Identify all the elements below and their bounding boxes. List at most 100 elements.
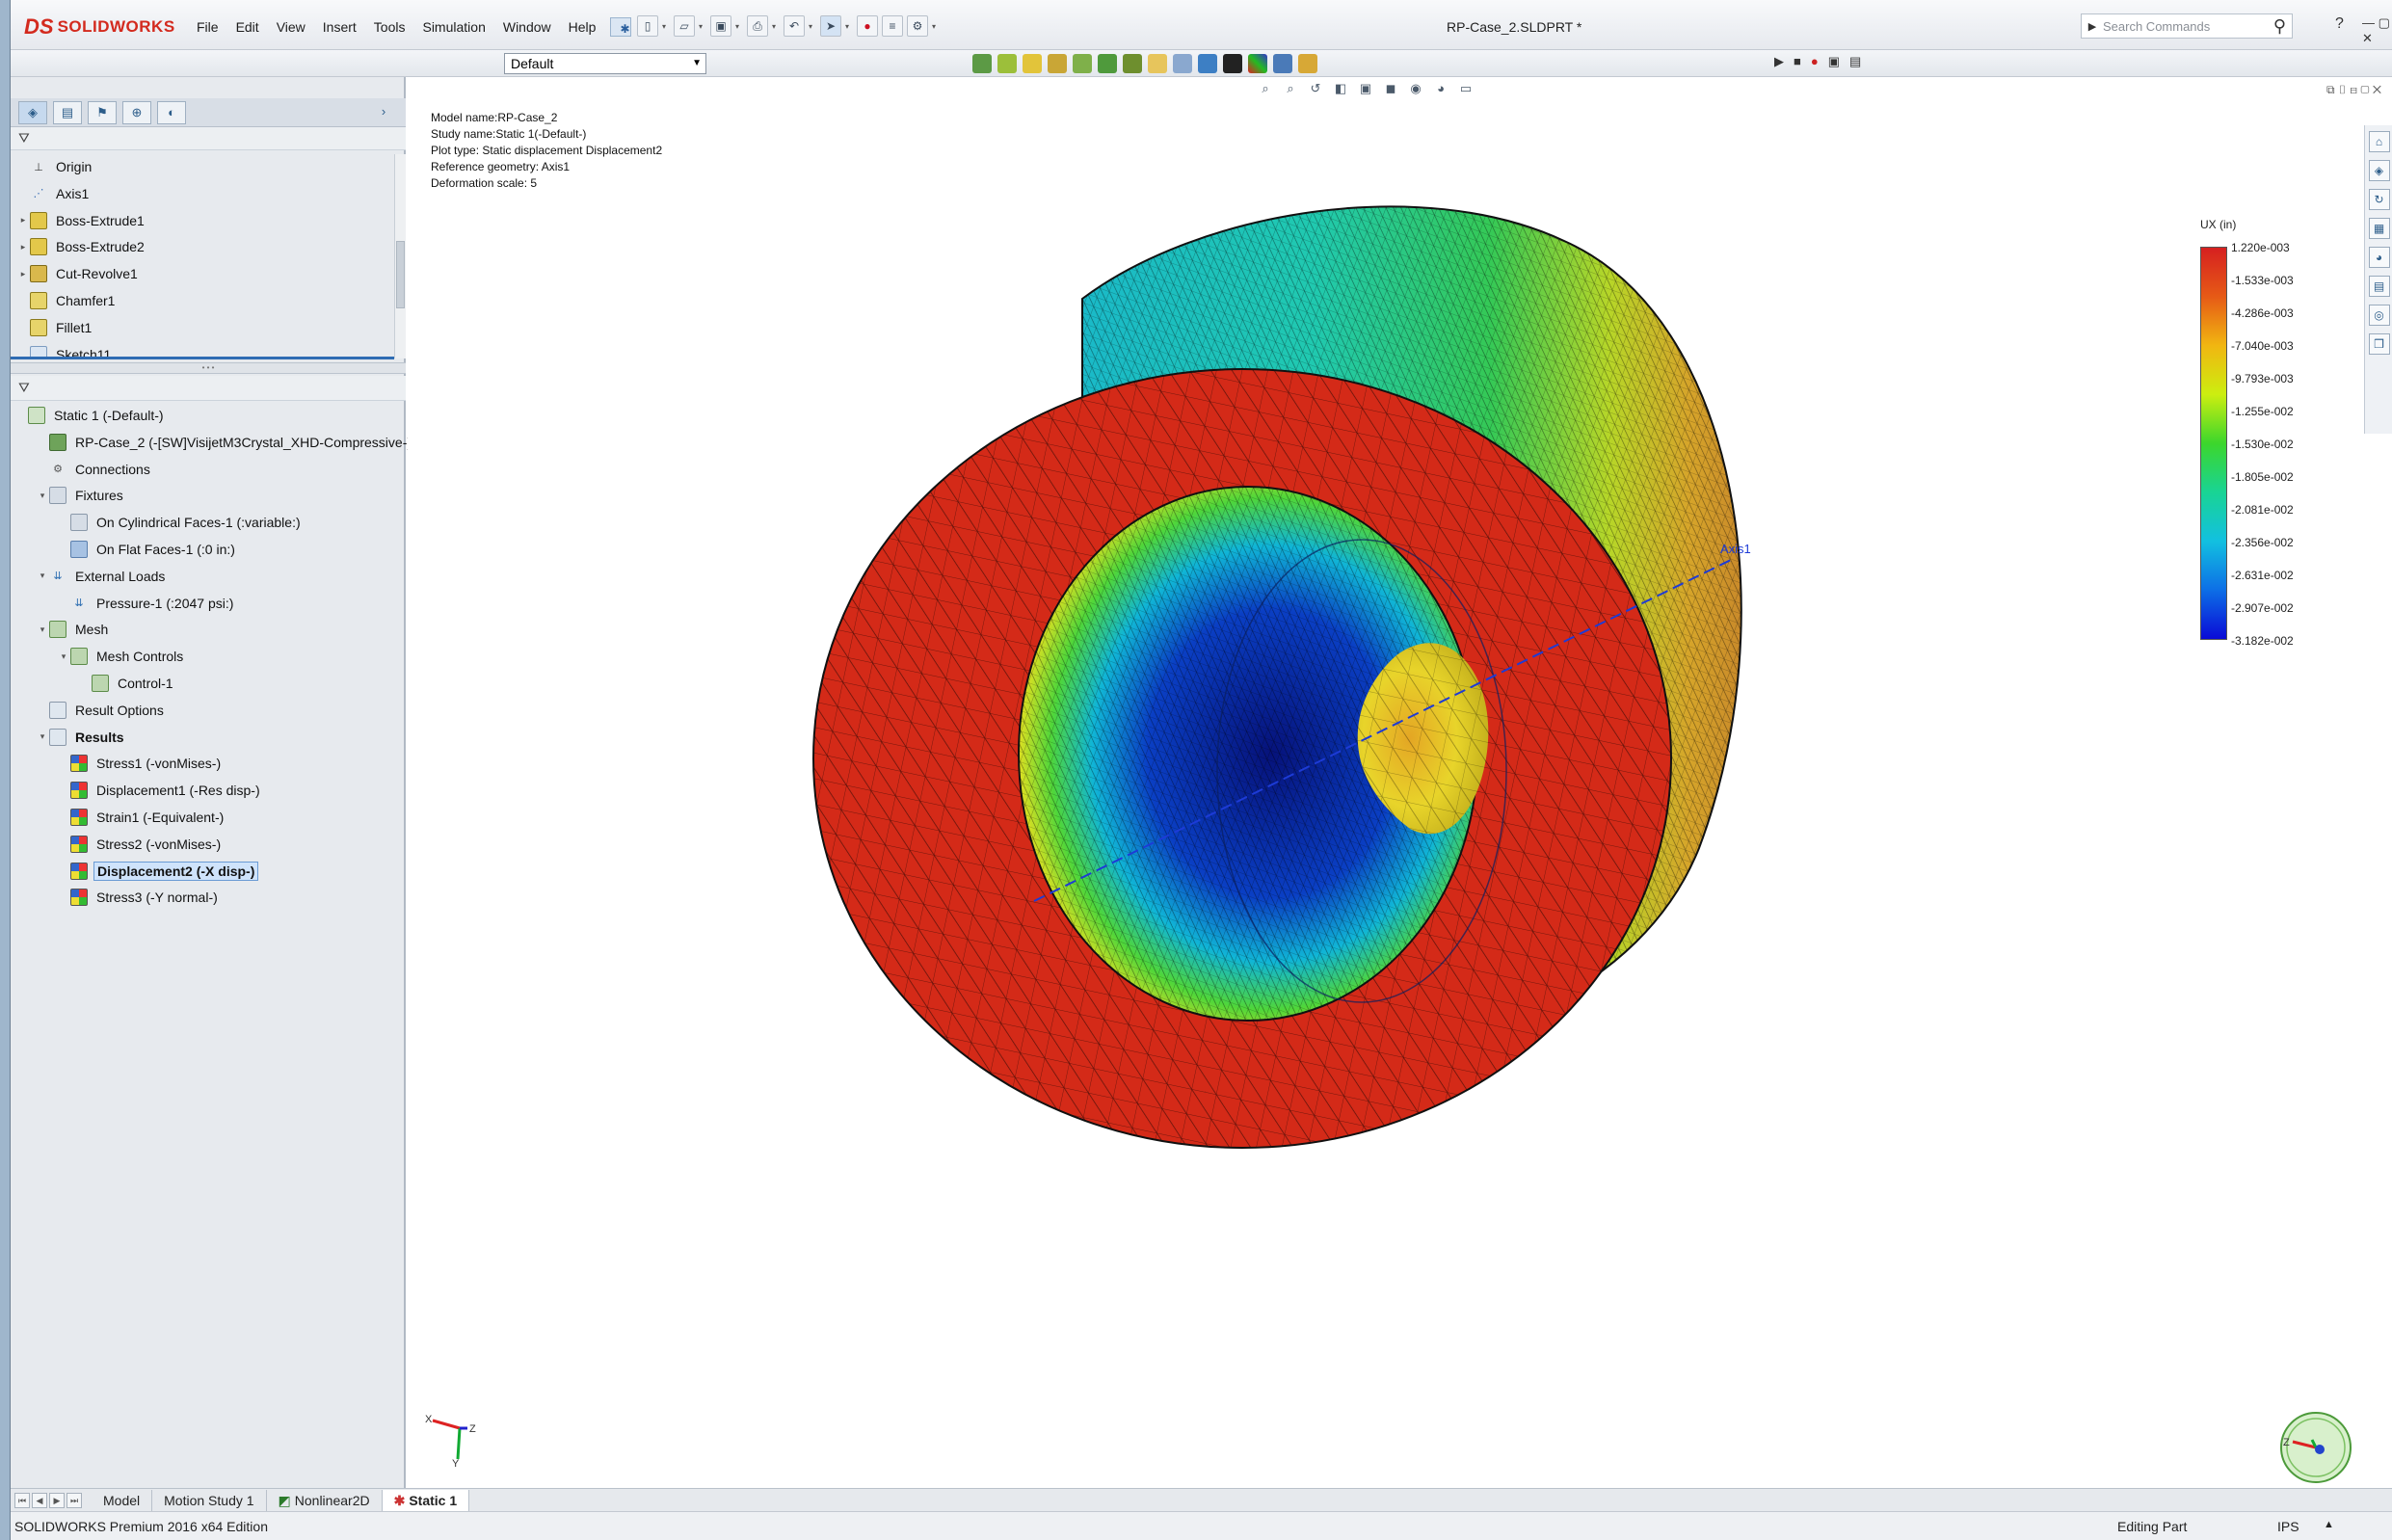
compare-results-icon[interactable]	[1173, 54, 1192, 73]
print-icon[interactable]: ⎙	[747, 15, 768, 37]
last-tab-icon[interactable]: ⏭	[66, 1492, 82, 1508]
search-icon[interactable]: ⚲	[2273, 16, 2292, 37]
save-animation-icon[interactable]: ▣	[1828, 54, 1840, 69]
window-controls[interactable]: — ▢ ✕	[2362, 15, 2392, 46]
study-tree-item[interactable]: ▾ ⇊ External Loads	[36, 564, 168, 589]
unit-system[interactable]: IPS	[2277, 1519, 2299, 1534]
feature-tree-item[interactable]: ▸ Boss-Extrude1	[16, 208, 147, 233]
new-document-icon[interactable]: ▯	[637, 15, 658, 37]
save-icon[interactable]: ▣	[710, 15, 731, 37]
menu-view[interactable]: View	[268, 17, 314, 37]
scrollbar-thumb[interactable]	[396, 241, 405, 308]
animation-settings-icon[interactable]: ▤	[1849, 54, 1861, 69]
collapse-arrow-icon[interactable]: ▾	[36, 571, 49, 581]
home-icon[interactable]: ⌂	[2368, 131, 2390, 152]
first-tab-icon[interactable]: ⏮	[14, 1492, 30, 1508]
configuration-select[interactable]: Default ▼	[504, 53, 706, 74]
dimxpert-manager-tab-icon[interactable]: ⊕	[122, 100, 151, 124]
panel-split-handle[interactable]: • • •	[11, 362, 406, 374]
study-tree-item[interactable]: ▾ Fixtures	[36, 483, 126, 508]
run-study-icon[interactable]	[1098, 54, 1117, 73]
solidworks-logo[interactable]: DS SOLIDWORKS	[24, 13, 175, 40]
expand-arrow-icon[interactable]: ▸	[16, 215, 30, 226]
deformed-result-icon[interactable]	[1148, 54, 1167, 73]
custom-properties-icon[interactable]: ▤	[2368, 276, 2390, 297]
study-tree-item[interactable]: ▾ Results	[36, 725, 127, 750]
filter-icon[interactable]: ⛛	[18, 130, 30, 146]
file-properties-icon[interactable]: ≡	[882, 15, 903, 37]
solidworks-forum-icon[interactable]: ◎	[2368, 305, 2390, 326]
undo-icon[interactable]: ↶	[784, 15, 805, 37]
feature-tree-scrollbar[interactable]	[394, 154, 406, 358]
next-tab-icon[interactable]: ▶	[49, 1492, 65, 1508]
menu-help[interactable]: Help	[560, 17, 605, 37]
configuration-manager-tab-icon[interactable]: ⚑	[88, 100, 117, 124]
results-advisor-icon[interactable]	[1123, 54, 1142, 73]
study-tree-item[interactable]: ⇊ Pressure-1 (:2047 psi:)	[57, 591, 236, 616]
prev-tab-icon[interactable]: ◀	[32, 1492, 47, 1508]
feature-filter[interactable]: ⛛	[11, 127, 406, 150]
appearances-icon[interactable]: ◕	[2368, 247, 2390, 268]
tab-motion-study-1[interactable]: Motion Study 1	[152, 1489, 267, 1511]
fea-model-render[interactable]: Axis1	[408, 77, 2392, 1488]
report-icon[interactable]	[1248, 54, 1267, 73]
view-palette-icon[interactable]: ▦	[2368, 218, 2390, 239]
property-manager-tab-icon[interactable]: ▤	[53, 100, 82, 124]
study-advisor-icon[interactable]	[972, 54, 992, 73]
study-tree-item[interactable]: Stress3 (-Y normal-)	[57, 885, 221, 910]
collapse-arrow-icon[interactable]: ▾	[36, 491, 49, 501]
help-icon[interactable]: ?	[2335, 15, 2344, 33]
study-tree-item[interactable]: Strain1 (-Equivalent-)	[57, 805, 226, 830]
collapse-arrow-icon[interactable]: ▾	[57, 651, 70, 662]
study-tree-item[interactable]: Displacement1 (-Res disp-)	[57, 778, 263, 803]
feature-tree-item[interactable]: ⋰ Axis1	[16, 181, 92, 206]
menu-edit[interactable]: Edit	[227, 17, 268, 37]
shell-manager-icon[interactable]	[1073, 54, 1092, 73]
design-library-icon[interactable]: ◈	[2368, 160, 2390, 181]
study-tree-item[interactable]: Stress2 (-vonMises-)	[57, 832, 224, 857]
study-tree-item[interactable]: RP-Case_2 (-[SW]VisijetM3Crystal_XHD-Com…	[36, 430, 414, 455]
study-tree-item[interactable]: ⚙ Connections	[36, 457, 153, 482]
feature-tree-item[interactable]: Chamfer1	[16, 288, 118, 313]
study-tree-item[interactable]: Stress1 (-vonMises-)	[57, 751, 224, 776]
study-tree-item[interactable]: Static 1 (-Default-)	[14, 403, 167, 428]
display-manager-tab-icon[interactable]: ◐	[157, 100, 186, 124]
study-tree-item[interactable]: Result Options	[36, 698, 167, 723]
study-tree-item[interactable]: Control-1	[78, 671, 176, 696]
tab-static-1[interactable]: ✱ Static 1	[382, 1489, 470, 1511]
expand-arrow-icon[interactable]: ▸	[16, 242, 30, 252]
filter-icon[interactable]: ⛛	[18, 380, 30, 395]
design-insight-icon[interactable]	[1198, 54, 1217, 73]
select-icon[interactable]: ➤	[820, 15, 841, 37]
play-icon[interactable]: ▶	[1774, 54, 1784, 69]
fixtures-advisor-icon[interactable]	[997, 54, 1017, 73]
plot-tools-icon[interactable]	[1223, 54, 1242, 73]
check-interference-icon[interactable]	[1298, 54, 1317, 73]
tab-model[interactable]: Model	[92, 1489, 153, 1511]
menu-simulation[interactable]: Simulation	[413, 17, 493, 37]
search-commands-input[interactable]: ▶ Search Commands ⚲	[2081, 13, 2293, 39]
include-image-icon[interactable]	[1273, 54, 1292, 73]
study-tree-item[interactable]: Displacement2 (-X disp-)	[57, 859, 259, 884]
study-tree-item[interactable]: ▾ Mesh	[36, 617, 111, 642]
view-orientation-ball[interactable]: Z	[2275, 1407, 2356, 1488]
connections-advisor-icon[interactable]	[1048, 54, 1067, 73]
record-icon[interactable]: ●	[1811, 54, 1819, 69]
expand-panel-icon[interactable]: ›	[369, 101, 398, 124]
feature-tree-item[interactable]: ▸ Boss-Extrude2	[16, 234, 147, 259]
collapse-arrow-icon[interactable]: ▾	[36, 624, 49, 635]
menu-window[interactable]: Window	[494, 17, 560, 37]
external-loads-advisor-icon[interactable]	[1023, 54, 1042, 73]
study-filter[interactable]: ⛛	[11, 376, 406, 401]
graphics-area[interactable]: ⌕ ⌕ ↺ ◧ ▣ ◼ ◉ ◕ ▭ ⧉ ▯ ⊟ ▢ ✕ Model name:R…	[408, 77, 2392, 1488]
options-gear-icon[interactable]: ⚙	[907, 15, 928, 37]
stop-icon[interactable]: ■	[1794, 54, 1801, 69]
feature-tree-item[interactable]: ▸ Cut-Revolve1	[16, 261, 141, 286]
menu-insert[interactable]: Insert	[314, 17, 365, 37]
feature-tree-item[interactable]: Fillet1	[16, 315, 94, 340]
feature-tree-item[interactable]: ⊥ Origin	[16, 154, 94, 179]
menu-tools[interactable]: Tools	[365, 17, 414, 37]
feature-manager-tab-icon[interactable]: ◈	[18, 100, 47, 124]
rebuild-icon[interactable]: ●	[857, 15, 878, 37]
study-tree-item[interactable]: On Cylindrical Faces-1 (:variable:)	[57, 510, 304, 535]
